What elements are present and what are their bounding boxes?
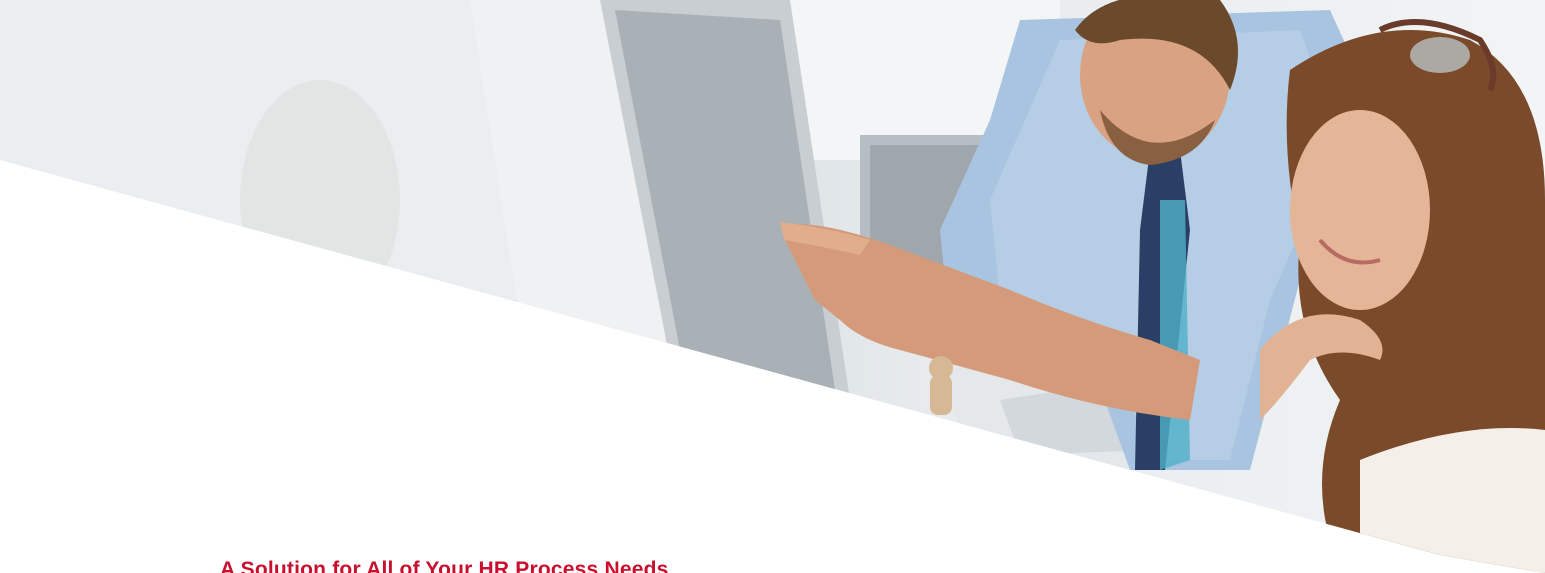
hero-headline: A Solution for All of Your HR Process Ne… (220, 558, 669, 573)
office-colleagues-photo-icon (0, 0, 1545, 573)
hero-photo (0, 0, 1545, 573)
hero-banner: A Solution for All of Your HR Process Ne… (0, 0, 1545, 573)
